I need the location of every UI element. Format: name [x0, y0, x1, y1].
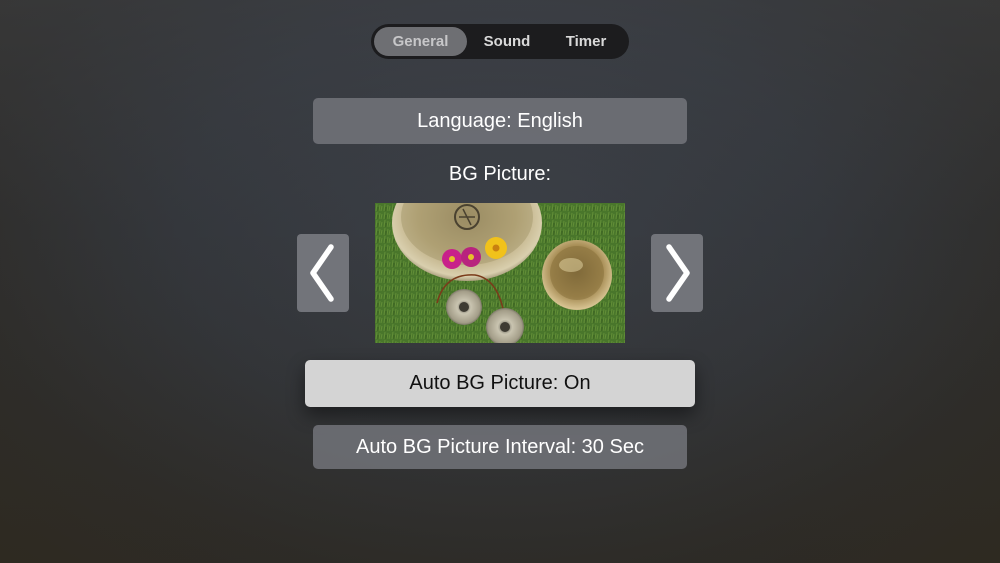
bg-picture-label: BG Picture: — [448, 163, 552, 185]
language-button[interactable]: Language: English — [313, 98, 687, 144]
chevron-right-icon — [666, 244, 690, 302]
bg-picture-preview — [375, 203, 625, 343]
auto-bg-interval-button[interactable]: Auto BG Picture Interval: 30 Sec — [313, 425, 687, 469]
tab-general[interactable]: General — [374, 27, 467, 56]
next-picture-button[interactable] — [651, 234, 703, 312]
auto-bg-picture-button[interactable]: Auto BG Picture: On — [305, 360, 695, 407]
tab-timer[interactable]: Timer — [547, 27, 625, 56]
chevron-left-icon — [310, 244, 334, 302]
singing-bowls-image — [375, 203, 625, 343]
tab-bar: General Sound Timer — [371, 24, 629, 59]
tab-sound[interactable]: Sound — [467, 27, 547, 56]
previous-picture-button[interactable] — [297, 234, 349, 312]
